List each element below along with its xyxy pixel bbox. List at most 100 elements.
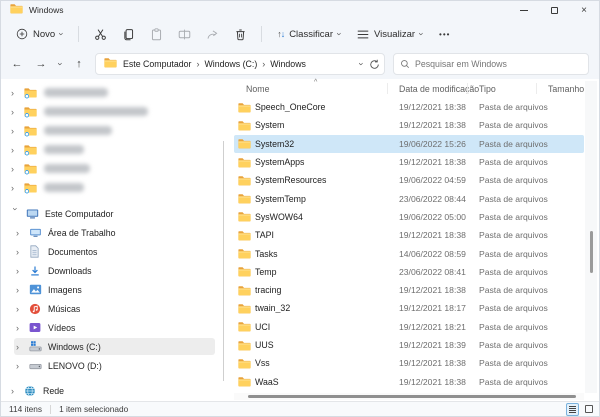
- new-button[interactable]: Novo ›: [9, 24, 70, 44]
- expand-chevron-icon[interactable]: ›: [11, 386, 24, 396]
- file-row[interactable]: UUS 19/12/2021 18:39 Pasta de arquivos: [234, 336, 584, 354]
- refresh-icon[interactable]: [369, 59, 380, 70]
- file-row[interactable]: System32 19/06/2022 15:26 Pasta de arqui…: [234, 134, 584, 153]
- column-header[interactable]: Tamanho: [548, 84, 584, 94]
- expand-chevron-icon[interactable]: ›: [16, 266, 29, 276]
- expand-chevron-icon[interactable]: ›: [11, 107, 24, 117]
- folder-icon: [238, 102, 255, 113]
- expand-chevron-icon[interactable]: ›: [16, 228, 29, 238]
- expand-chevron-icon[interactable]: ›: [16, 285, 29, 295]
- view-button-label: Visualizar: [374, 28, 416, 40]
- expand-chevron-icon[interactable]: ›: [16, 247, 29, 257]
- expand-chevron-icon[interactable]: ›: [16, 361, 29, 371]
- file-row[interactable]: SysWOW64 19/06/2022 05:00 Pasta de arqui…: [234, 208, 584, 226]
- file-row[interactable]: SystemApps 19/12/2021 18:38 Pasta de arq…: [234, 153, 584, 171]
- sidebar-scrollbar[interactable]: [223, 141, 224, 381]
- delete-button[interactable]: [227, 23, 253, 45]
- sidebar-item-label: Documentos: [48, 246, 98, 257]
- sidebar-item-blurred[interactable]: ›: [1, 140, 227, 159]
- breadcrumb-segment[interactable]: Windows ›: [270, 59, 306, 69]
- folder-icon: [238, 212, 251, 222]
- expand-chevron-icon[interactable]: ›: [11, 164, 24, 174]
- breadcrumb-segment[interactable]: Windows (C:) ›: [204, 59, 270, 69]
- computer-icon: [26, 207, 39, 220]
- sidebar-item[interactable]: › LENOVO (D:): [1, 356, 227, 375]
- column-header[interactable]: Nome: [246, 84, 399, 94]
- recent-locations-button[interactable]: ›: [53, 52, 67, 76]
- address-dropdown-icon[interactable]: ›: [357, 63, 367, 66]
- file-name: TAPI: [255, 230, 274, 241]
- sidebar-item[interactable]: › Músicas: [1, 299, 227, 318]
- folder-icon: [238, 175, 255, 186]
- file-row[interactable]: WaaS 19/12/2021 18:38 Pasta de arquivos: [234, 372, 584, 390]
- back-button[interactable]: ←: [5, 52, 29, 76]
- address-box[interactable]: Este Computador › Windows (C:) › Windows…: [95, 53, 385, 75]
- vertical-scrollbar[interactable]: [585, 81, 597, 393]
- file-row[interactable]: twain_32 19/12/2021 18:17 Pasta de arqui…: [234, 299, 584, 317]
- sidebar-item[interactable]: › Documentos: [1, 242, 227, 261]
- file-row[interactable]: SystemResources 19/06/2022 04:59 Pasta d…: [234, 171, 584, 189]
- details-view-toggle[interactable]: [566, 402, 579, 416]
- view-button[interactable]: Visualizar ›: [350, 25, 430, 44]
- file-type: Pasta de arquivos: [479, 266, 548, 277]
- blurred-label: [44, 107, 148, 116]
- folder-icon: [238, 322, 251, 332]
- expand-chevron-icon[interactable]: ›: [16, 342, 29, 352]
- share-button[interactable]: [199, 23, 225, 45]
- expand-chevron-icon[interactable]: ›: [11, 88, 24, 98]
- sidebar-item[interactable]: › Vídeos: [1, 318, 227, 337]
- expand-chevron-icon[interactable]: ›: [11, 183, 24, 193]
- file-row[interactable]: Temp 23/06/2022 08:41 Pasta de arquivos: [234, 263, 584, 281]
- sort-button[interactable]: ↑↓ Classificar ›: [270, 25, 348, 44]
- file-name: Vss: [255, 358, 270, 369]
- sidebar-item-blurred[interactable]: ›: [1, 102, 227, 121]
- file-row[interactable]: Speech_OneCore 19/12/2021 18:38 Pasta de…: [234, 98, 584, 116]
- horizontal-scrollbar[interactable]: [234, 393, 584, 400]
- sidebar-item-blurred[interactable]: ›: [1, 178, 227, 197]
- column-divider[interactable]: [387, 83, 388, 94]
- copy-button[interactable]: [115, 23, 141, 45]
- column-divider[interactable]: [536, 83, 537, 94]
- search-input[interactable]: [415, 59, 582, 69]
- up-button[interactable]: ↑: [67, 52, 91, 76]
- sidebar-item[interactable]: › Imagens: [1, 280, 227, 299]
- sidebar-item[interactable]: › Rede: [1, 381, 227, 400]
- list-view-icon: [357, 30, 369, 38]
- icons-view-toggle[interactable]: [582, 403, 595, 416]
- file-row[interactable]: tracing 19/12/2021 18:38 Pasta de arquiv…: [234, 281, 584, 299]
- vertical-scrollbar-thumb[interactable]: [590, 231, 593, 273]
- file-row[interactable]: System 19/12/2021 18:38 Pasta de arquivo…: [234, 116, 584, 134]
- minimize-button[interactable]: [509, 1, 539, 19]
- file-name: tracing: [255, 285, 282, 296]
- breadcrumb-segment[interactable]: Este Computador ›: [123, 59, 204, 69]
- sidebar-item[interactable]: › Windows (C:): [1, 337, 227, 356]
- paste-button[interactable]: [143, 23, 169, 45]
- expand-chevron-icon[interactable]: ›: [11, 207, 21, 220]
- expand-chevron-icon[interactable]: ›: [16, 323, 29, 333]
- sidebar-item[interactable]: › Área de Trabalho: [1, 223, 227, 242]
- close-button[interactable]: ×: [569, 1, 599, 19]
- sidebar-item-blurred[interactable]: ›: [1, 83, 227, 102]
- file-row[interactable]: SystemTemp 23/06/2022 08:44 Pasta de arq…: [234, 189, 584, 207]
- more-options-button[interactable]: •••: [432, 26, 457, 43]
- expand-chevron-icon[interactable]: ›: [11, 145, 24, 155]
- file-row[interactable]: Vss 19/12/2021 18:38 Pasta de arquivos: [234, 354, 584, 372]
- folder-icon: [238, 267, 251, 277]
- file-row[interactable]: TAPI 19/12/2021 18:38 Pasta de arquivos: [234, 226, 584, 244]
- expand-chevron-icon[interactable]: ›: [11, 126, 24, 136]
- sidebar-item[interactable]: › Este Computador: [1, 204, 227, 223]
- expand-chevron-icon[interactable]: ›: [16, 304, 29, 314]
- sidebar-item[interactable]: › Downloads: [1, 261, 227, 280]
- sidebar-item-blurred[interactable]: ›: [1, 121, 227, 140]
- file-row[interactable]: UCI 19/12/2021 18:21 Pasta de arquivos: [234, 318, 584, 336]
- sidebar-item-blurred[interactable]: ›: [1, 159, 227, 178]
- column-divider[interactable]: [467, 83, 468, 94]
- file-row[interactable]: Tasks 14/06/2022 08:59 Pasta de arquivos: [234, 244, 584, 262]
- forward-button[interactable]: →: [29, 52, 53, 76]
- rename-button[interactable]: [171, 23, 197, 45]
- horizontal-scrollbar-thumb[interactable]: [248, 395, 576, 398]
- column-header[interactable]: Tipo: [479, 84, 548, 94]
- maximize-button[interactable]: [539, 1, 569, 19]
- tree-section: › Este Computador › Área de Trabalho › D…: [1, 204, 227, 400]
- cut-button[interactable]: [87, 23, 113, 45]
